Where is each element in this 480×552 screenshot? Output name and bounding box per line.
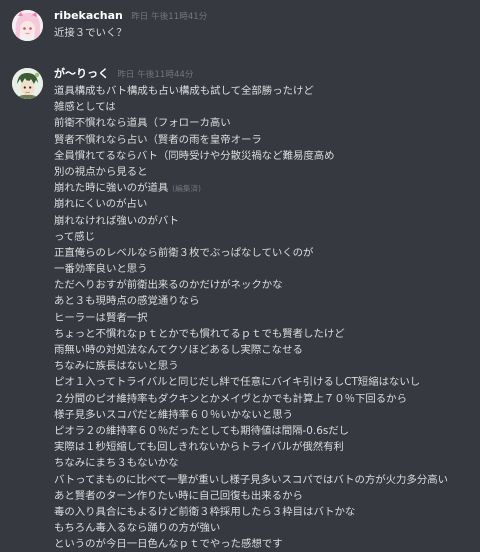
message-line: 別の視点から見ると bbox=[54, 165, 148, 178]
message-line: 全員慣れてるならバト（同時受けや分散災禍など難易度高め bbox=[54, 149, 335, 162]
message-line-text: 崩れた時に強いのが道具 bbox=[54, 182, 169, 195]
username[interactable]: ribekachan bbox=[54, 9, 123, 22]
timestamp: 昨日 午後11時41分 bbox=[131, 12, 208, 22]
message-line: 一番効率良いと思う bbox=[54, 263, 148, 276]
message-line: 正直俺らのレベルなら前衛３枚でぶっぱなしていくのが bbox=[54, 246, 314, 259]
message-line: 崩れなければ強いのがバト bbox=[54, 214, 179, 227]
message-content: 道具構成もバト構成も占い構成も試して全部勝ったけど 雑感としては 前衛不慣れなら… bbox=[54, 83, 474, 552]
username[interactable]: が～りっく bbox=[54, 67, 109, 80]
message-header: が～りっく 昨日 午後11時44分 bbox=[54, 66, 193, 82]
message-line: 前衛不慣れなら道具（フォローカ高い bbox=[54, 117, 231, 130]
message-line: ピオ１入ってトライバルと同じだし絆で任意にバイキ引けるしCT短縮はないし bbox=[54, 376, 421, 389]
message-line: 崩れにくいのが占い bbox=[54, 198, 148, 211]
message-line: あと賢者のターン作りたい時に自己回復も出来るから bbox=[54, 489, 303, 502]
message-line: 実際は１秒短縮しても回しきれないからトライバルが俄然有利 bbox=[54, 441, 344, 454]
avatar-anime-girl-icon bbox=[12, 10, 43, 41]
message-line: ちなみに族長はないと思う bbox=[54, 360, 179, 373]
message-line: ただへりおすが前衛出来るのかだけがネックかな bbox=[54, 279, 283, 292]
message-line: ちょっと不慣れなｐｔとかでも慣れてるｐｔでも賢者したけど bbox=[54, 327, 345, 340]
message-line: 近接３でいく？ bbox=[54, 27, 127, 39]
message-line: ピオラ２の維持率６０％だったとしても期待値は間隔-0.6sだし bbox=[54, 424, 350, 437]
avatar[interactable] bbox=[12, 10, 43, 41]
message-line: あと３も現時点の感覚通りなら bbox=[54, 295, 200, 308]
avatar[interactable] bbox=[12, 68, 43, 99]
message-line: って感じ bbox=[54, 230, 96, 243]
message-header: ribekachan 昨日 午後11時41分 bbox=[54, 8, 207, 24]
message-line: 毒の入り具合にもよるけど前衛３枠採用したら３枠目はバトかな bbox=[54, 505, 356, 518]
message-line: ヒーラーは賢者一択 bbox=[54, 311, 148, 324]
edited-label: (編集済) bbox=[172, 184, 202, 194]
message-line: 様子見多いスコパだと維持率６０％いかないと思う bbox=[54, 408, 293, 421]
message-line: ２分間のピオ維持率もダクキンとかメイヴとかでも計算上７０％下回るから bbox=[54, 392, 407, 405]
message-line: 雨無い時の対処法なんてクソほどあるし実際こなせる bbox=[54, 344, 303, 356]
message-line: 雑感としては bbox=[54, 101, 116, 114]
message-line-edited: 崩れた時に強いのが道具 (編集済) bbox=[54, 180, 474, 196]
message-line: もちろん毒入るなら踊りの方が強い bbox=[54, 522, 221, 535]
message-line: ちなみにまち３もないかな bbox=[54, 457, 179, 470]
message-line: というのが今日一日色んなｐｔでやった感想です bbox=[54, 538, 283, 551]
message-line: バトってまものに比べて一撃が重いし様子見多いスコパではバトの方が火力多分高い bbox=[54, 473, 449, 486]
message-line: 道具構成もバト構成も占い構成も試して全部勝ったけど bbox=[54, 85, 314, 97]
message-line: 賢者不慣れなら占い（賢者の雨を皇帝オーラ bbox=[54, 133, 262, 146]
timestamp: 昨日 午後11時44分 bbox=[117, 70, 194, 80]
avatar-character-icon bbox=[12, 68, 43, 99]
message-content: 近接３でいく？ bbox=[54, 25, 474, 41]
